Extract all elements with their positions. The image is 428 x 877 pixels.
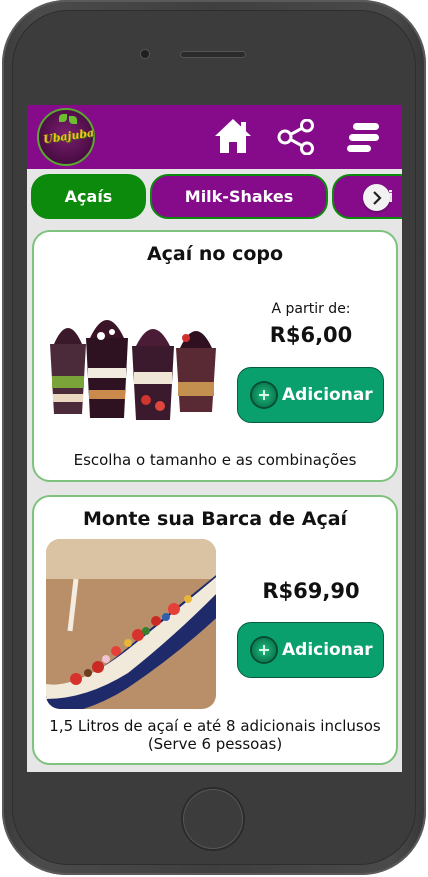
home-icon[interactable]: [213, 117, 253, 155]
tab-milk-shakes[interactable]: Milk-Shakes: [150, 174, 328, 219]
price-from-label: A partir de:: [271, 301, 351, 317]
category-tabs: Açaís Milk-Shakes Pi: [27, 173, 402, 223]
leaf-decoration: [69, 116, 77, 124]
tab-label: Açaís: [64, 187, 113, 206]
tab-label: Milk-Shakes: [184, 187, 294, 206]
camera-icon: [141, 50, 149, 58]
brand-logo[interactable]: Ubajuba: [37, 108, 95, 166]
add-to-cart-button[interactable]: Adicionar: [237, 367, 384, 423]
product-card[interactable]: Monte sua Barca de Açaí R$69,90 Adiciona…: [32, 495, 398, 765]
product-title: Monte sua Barca de Açaí: [82, 508, 348, 530]
leaf-decoration: [59, 114, 67, 122]
add-button-label: Adicionar: [282, 640, 373, 660]
add-icon: [252, 383, 276, 407]
product-image: [46, 302, 220, 428]
product-serving-note: (Serve 6 pessoas): [147, 735, 283, 753]
logo-text: Ubajuba: [42, 126, 95, 147]
product-description: Escolha o tamanho e as combinações: [73, 451, 357, 469]
product-price: R$6,00: [269, 323, 353, 347]
menu-icon[interactable]: [347, 122, 381, 154]
product-card[interactable]: Açaí no copo A partir de: R$6,00 Adicion…: [32, 230, 398, 482]
tab-acais[interactable]: Açaís: [31, 174, 146, 219]
product-description: 1,5 Litros de açaí e até 8 adicionais in…: [49, 717, 381, 735]
add-to-cart-button[interactable]: Adicionar: [237, 622, 384, 678]
share-icon[interactable]: [277, 119, 315, 155]
add-button-label: Adicionar: [282, 385, 373, 405]
product-image: [46, 539, 216, 709]
phone-home-button[interactable]: [183, 789, 243, 849]
product-price: R$69,90: [262, 579, 360, 603]
product-title: Açaí no copo: [146, 243, 284, 265]
top-navigation-bar: Ubajuba: [27, 105, 402, 169]
chevron-right-icon[interactable]: [363, 184, 390, 211]
app-screen: Ubajuba Açaís Milk-Shakes Pi: [27, 105, 402, 772]
speaker-grille: [180, 51, 246, 58]
add-icon: [252, 638, 276, 662]
